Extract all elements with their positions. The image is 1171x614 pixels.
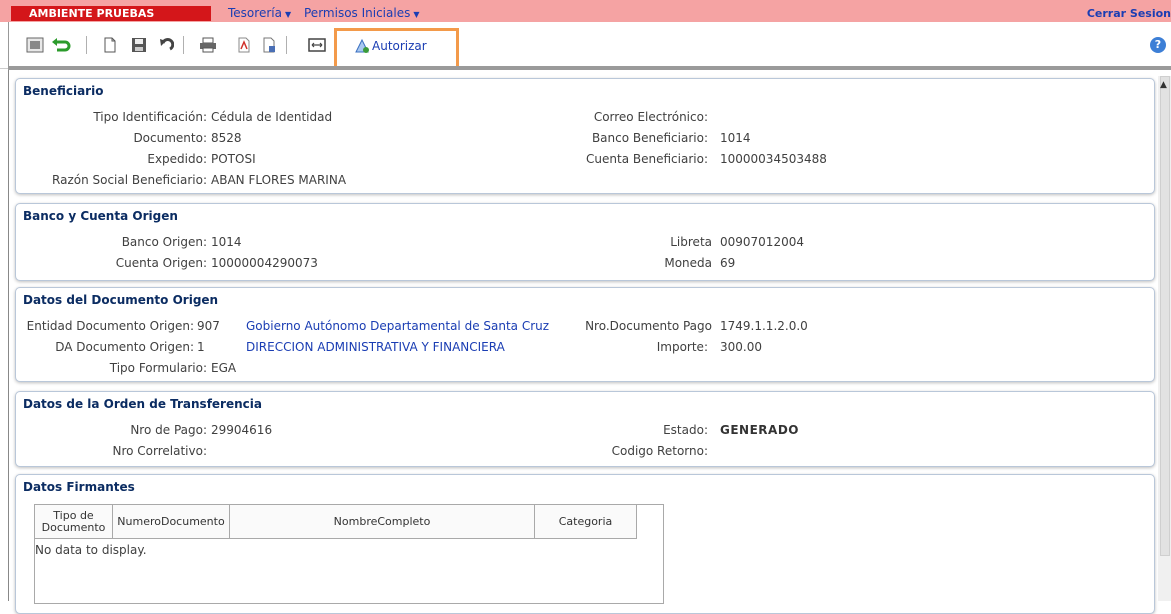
environment-badge: AMBIENTE PRUEBAS (11, 6, 211, 21)
save-icon[interactable] (129, 36, 149, 54)
libreta-value: 00907012004 (720, 235, 804, 249)
tipo-formulario-label: Tipo Formulario: (109, 361, 207, 375)
panel-title: Datos de la Orden de Transferencia (23, 397, 262, 411)
firmantes-table: Tipo de Documento NumeroDocumento Nombre… (34, 504, 664, 604)
tipo-formulario-value: EGA (211, 361, 237, 375)
chevron-down-icon: ▼ (413, 10, 420, 19)
menu-tesoreria[interactable]: Tesorería ▼ (228, 6, 291, 22)
column-header-nombre-completo[interactable]: NombreCompleto (230, 505, 535, 539)
pdf-icon[interactable] (234, 36, 254, 54)
panel-beneficiario: Beneficiario Tipo Identificación: Cédula… (15, 78, 1155, 194)
chevron-down-icon: ▼ (284, 10, 292, 19)
toolbar-separator (183, 36, 184, 54)
estado-value: GENERADO (720, 423, 799, 437)
da-label: DA Documento Origen: (55, 340, 194, 354)
nro-documento-value: 1749.1.1.2.0.0 (720, 319, 808, 333)
importe-value: 300.00 (720, 340, 762, 354)
banco-beneficiario-label: Banco Beneficiario: (591, 131, 708, 145)
vertical-scrollbar[interactable]: ▲ (1158, 76, 1171, 601)
print-icon[interactable] (198, 36, 218, 54)
banco-origen-value: 1014 (211, 235, 242, 249)
expedido-value: POTOSI (211, 152, 256, 166)
back-icon[interactable] (51, 36, 71, 54)
estado-label: Estado: (663, 423, 708, 437)
panel-orden-transferencia: Datos de la Orden de Transferencia Nro d… (15, 391, 1155, 467)
tipo-identificacion-value: Cédula de Identidad (211, 110, 333, 124)
toolbar-left-border (8, 22, 9, 68)
panel-title: Datos Firmantes (23, 480, 135, 494)
nro-pago-label: Nro de Pago: (130, 423, 207, 437)
column-header-categoria[interactable]: Categoria (535, 505, 637, 539)
nro-pago-value: 29904616 (211, 423, 273, 437)
codigo-retorno-label: Codigo Retorno: (611, 444, 708, 458)
menu-permisos-iniciales[interactable]: Permisos Iniciales ▼ (304, 6, 420, 22)
entidad-code: 907 (197, 319, 220, 333)
highlight-box (334, 28, 459, 70)
menu-tesoreria-label: Tesorería (228, 6, 282, 20)
export-icon[interactable] (259, 36, 279, 54)
logout-link[interactable]: Cerrar Sesion (1087, 7, 1171, 20)
documento-value: 8528 (211, 131, 242, 145)
empty-table-message: No data to display. (35, 543, 147, 557)
da-name: DIRECCION ADMINISTRATIVA Y FINANCIERA (246, 340, 505, 354)
cuenta-beneficiario-label: Cuenta Beneficiario: (586, 152, 708, 166)
column-header-tipo-documento[interactable]: Tipo de Documento (35, 505, 113, 539)
scroll-up-icon[interactable]: ▲ (1160, 80, 1167, 90)
cuenta-origen-label: Cuenta Origen: (115, 256, 207, 270)
undo-icon[interactable] (156, 36, 176, 54)
da-code: 1 (197, 340, 205, 354)
cuenta-beneficiario-value: 10000034503488 (720, 152, 827, 166)
panel-title: Datos del Documento Origen (23, 293, 219, 307)
banco-origen-label: Banco Origen: (121, 235, 207, 249)
view-icon[interactable] (25, 36, 45, 54)
content-left-border (8, 70, 9, 601)
nro-documento-label: Nro.Documento Pago (585, 319, 712, 333)
razon-social-value: ABAN FLORES MARINA (211, 173, 347, 187)
panel-title: Banco y Cuenta Origen (23, 209, 178, 223)
documento-label: Documento: (133, 131, 207, 145)
toolbar-separator (86, 36, 87, 54)
cuenta-origen-value: 10000004290073 (211, 256, 318, 270)
scrollbar-thumb[interactable] (1160, 76, 1170, 556)
correo-label: Correo Electrónico: (593, 110, 708, 124)
importe-label: Importe: (656, 340, 708, 354)
panel-documento-origen: Datos del Documento Origen Entidad Docum… (15, 287, 1155, 382)
column-header-numero-documento[interactable]: NumeroDocumento (113, 505, 230, 539)
toolbar-separator (286, 36, 287, 54)
panel-banco-origen: Banco y Cuenta Origen Banco Origen: 1014… (15, 203, 1155, 281)
moneda-label: Moneda (664, 256, 712, 270)
banco-beneficiario-value: 1014 (720, 131, 751, 145)
panel-title: Beneficiario (23, 84, 104, 98)
top-bar: AMBIENTE PRUEBAS Tesorería ▼ Permisos Ini… (0, 0, 1171, 22)
new-document-icon[interactable] (100, 36, 120, 54)
expedido-label: Expedido: (147, 152, 207, 166)
help-icon[interactable]: ? (1150, 37, 1166, 53)
entidad-label: Entidad Documento Origen: (26, 319, 194, 333)
libreta-label: Libreta (670, 235, 712, 249)
tipo-identificacion-label: Tipo Identificación: (93, 110, 207, 124)
razon-social-label: Razón Social Beneficiario: (52, 173, 207, 187)
nro-correlativo-label: Nro Correlativo: (112, 444, 207, 458)
moneda-value: 69 (720, 256, 736, 270)
entidad-name: Gobierno Autónomo Departamental de Santa… (246, 319, 550, 333)
fit-width-icon[interactable] (307, 36, 327, 54)
menu-permisos-label: Permisos Iniciales (304, 6, 411, 20)
panel-firmantes: Datos Firmantes Tipo de Documento Numero… (15, 474, 1155, 614)
toolbar-divider (8, 66, 1171, 70)
